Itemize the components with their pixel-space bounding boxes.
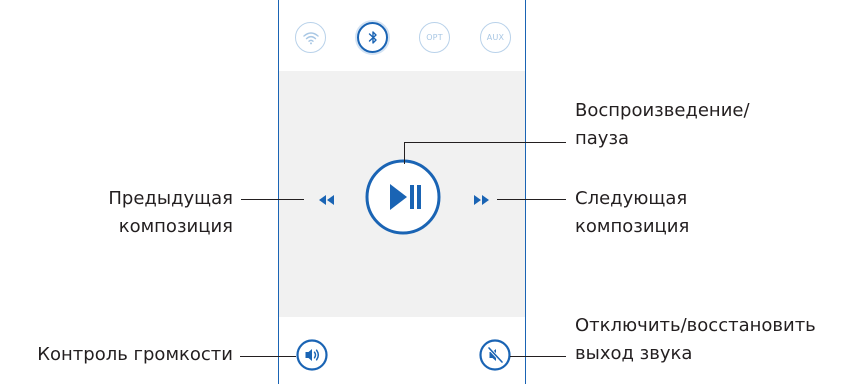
play-pause-leader-line xyxy=(404,142,406,164)
volume-leader-line xyxy=(240,356,296,358)
mute-leader-line xyxy=(510,356,566,358)
source-aux-label: AUX xyxy=(486,33,505,42)
source-aux-button[interactable]: AUX xyxy=(480,22,511,53)
bluetooth-icon xyxy=(368,31,377,44)
source-bluetooth-button[interactable] xyxy=(357,22,388,53)
next-leader-line xyxy=(497,199,566,201)
volume-button[interactable] xyxy=(296,339,328,371)
play-pause-callout-line2: пауза xyxy=(575,128,630,149)
next-track-button[interactable] xyxy=(472,192,492,206)
previous-track-button[interactable] xyxy=(316,192,336,206)
next-callout: Следующая композиция xyxy=(575,185,689,241)
volume-callout: Контроль громкости xyxy=(37,344,233,365)
source-wifi-button[interactable] xyxy=(295,22,326,53)
play-pause-leader-line-h xyxy=(404,142,566,144)
play-pause-icon xyxy=(365,159,441,235)
previous-callout-line1: Предыдущая xyxy=(108,188,233,209)
source-optical-button[interactable]: OPT xyxy=(419,22,450,53)
fast-forward-icon xyxy=(474,195,489,205)
speaker-volume-icon xyxy=(296,339,328,371)
mute-callout: Отключить/восстановить выход звука xyxy=(575,312,816,368)
next-callout-line1: Следующая xyxy=(575,188,688,209)
play-pause-callout-line1: Воспроизведение/ xyxy=(575,100,750,121)
rewind-icon xyxy=(319,195,334,205)
previous-callout: Предыдущая композиция xyxy=(108,185,233,241)
next-callout-line2: композиция xyxy=(575,216,690,237)
play-pause-callout: Воспроизведение/ пауза xyxy=(575,97,750,153)
previous-callout-line2: композиция xyxy=(118,216,233,237)
play-pause-button[interactable] xyxy=(365,159,441,235)
source-optical-label: OPT xyxy=(426,33,443,42)
mute-callout-line1: Отключить/восстановить xyxy=(575,315,816,336)
app-screen: OPT AUX xyxy=(278,0,526,384)
mute-callout-line2: выход звука xyxy=(575,343,693,364)
mute-button[interactable] xyxy=(479,339,511,371)
wifi-icon xyxy=(302,31,319,44)
speaker-muted-icon xyxy=(479,339,511,371)
previous-leader-line xyxy=(241,199,304,201)
